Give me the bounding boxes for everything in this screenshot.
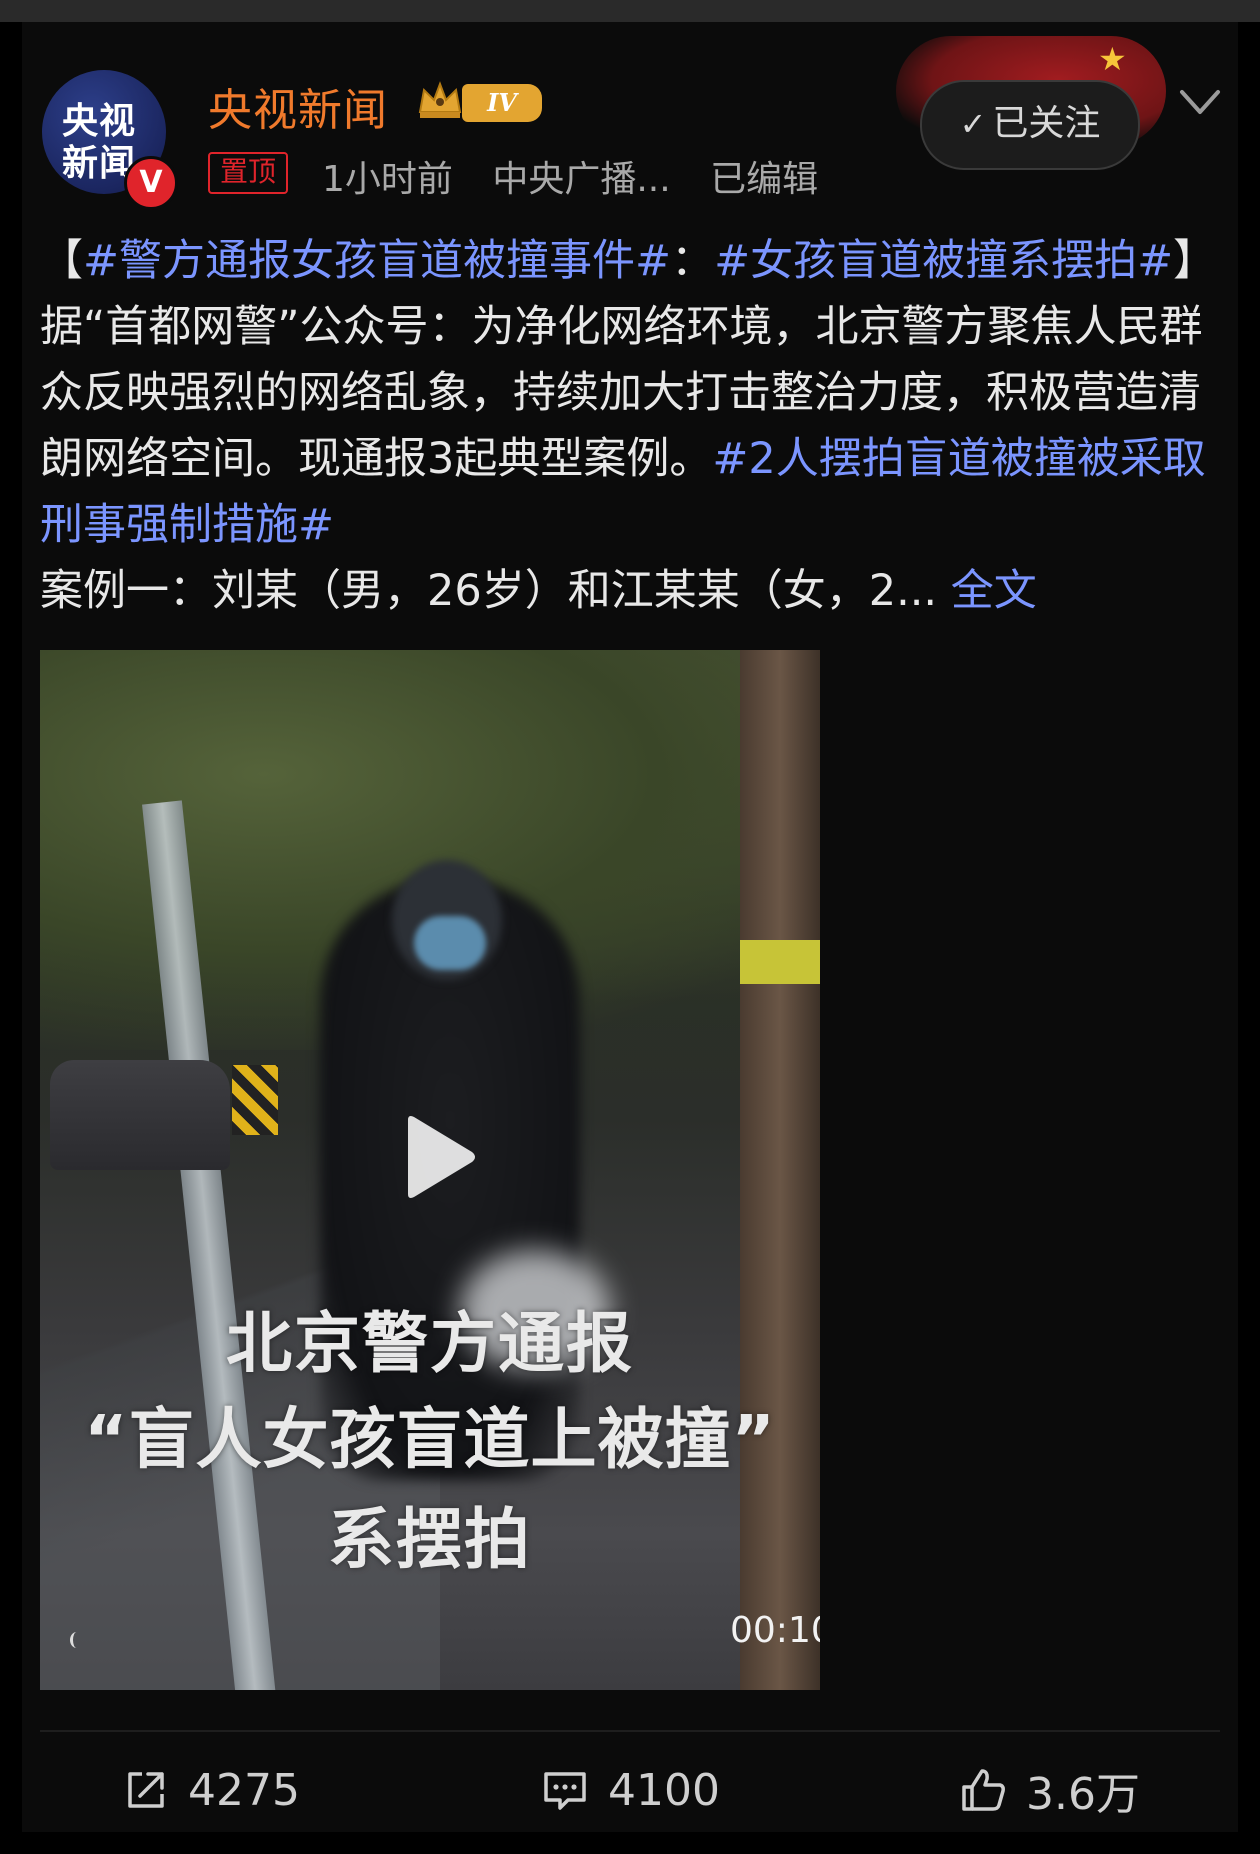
full-text-link[interactable]: 全文 xyxy=(951,566,1037,616)
comment-icon xyxy=(544,1772,586,1810)
verified-badge: V xyxy=(124,156,178,210)
video-scene-tree-band xyxy=(740,940,820,984)
play-icon[interactable] xyxy=(398,1112,478,1202)
colon: ： xyxy=(671,236,715,286)
following-label: 已关注 xyxy=(992,103,1101,144)
bracket-open: 【 xyxy=(40,236,83,286)
status-strip xyxy=(0,0,1260,22)
divider xyxy=(40,1730,1220,1732)
post-text: 【#警方通报女孩盲道被撞事件#：#女孩盲道被撞系摆拍#】据“首都网警”公众号：为… xyxy=(40,228,1230,624)
video-caption-line3: 系摆拍 xyxy=(328,1501,532,1578)
loading-indicator-icon xyxy=(70,1632,83,1648)
like-button[interactable]: 3.6万 xyxy=(958,1760,1140,1820)
case-line: 案例一：刘某（男，26岁）和江某某（女，2... xyxy=(40,566,938,616)
chevron-down-icon[interactable] xyxy=(1176,82,1224,122)
edited-label[interactable]: 已编辑 xyxy=(710,159,818,200)
video-scene-bollard xyxy=(232,1065,278,1135)
share-count: 4275 xyxy=(188,1764,300,1816)
like-icon xyxy=(962,1769,1005,1811)
share-button[interactable]: 4275 xyxy=(122,1760,300,1820)
hashtag-police-report[interactable]: #警方通报女孩盲道被撞事件# xyxy=(83,236,671,286)
star-decoration-icon: ★ xyxy=(1098,40,1127,78)
hashtag-staged-incident[interactable]: #女孩盲道被撞系摆拍# xyxy=(714,236,1173,286)
post-meta: 1小时前 中央广播... 已编辑 xyxy=(322,150,846,202)
video-caption-line1: 北京警方通报 xyxy=(226,1305,634,1382)
comment-button[interactable]: 4100 xyxy=(540,1760,720,1820)
check-icon: ✓ xyxy=(959,105,987,143)
video-player[interactable]: 北京警方通报 “盲人女孩盲道上被撞” 系摆拍 00:10 xyxy=(40,650,820,1690)
share-icon xyxy=(128,1772,164,1808)
following-button[interactable]: ✓ 已关注 xyxy=(920,80,1140,170)
video-duration: 00:10 xyxy=(730,1610,820,1651)
like-count: 3.6万 xyxy=(1026,1769,1140,1820)
post-source[interactable]: 中央广播... xyxy=(492,159,670,200)
video-scene-mask xyxy=(414,916,486,970)
username[interactable]: 央视新闻 xyxy=(208,74,388,138)
post-time: 1小时前 xyxy=(322,159,453,200)
video-caption-line2: “盲人女孩盲道上被撞” xyxy=(84,1401,776,1478)
video-scene-car xyxy=(50,1060,230,1170)
level-badge: IV xyxy=(462,84,542,122)
comment-count: 4100 xyxy=(608,1764,720,1816)
pinned-tag: 置顶 xyxy=(208,152,289,194)
crown-icon xyxy=(418,81,462,118)
